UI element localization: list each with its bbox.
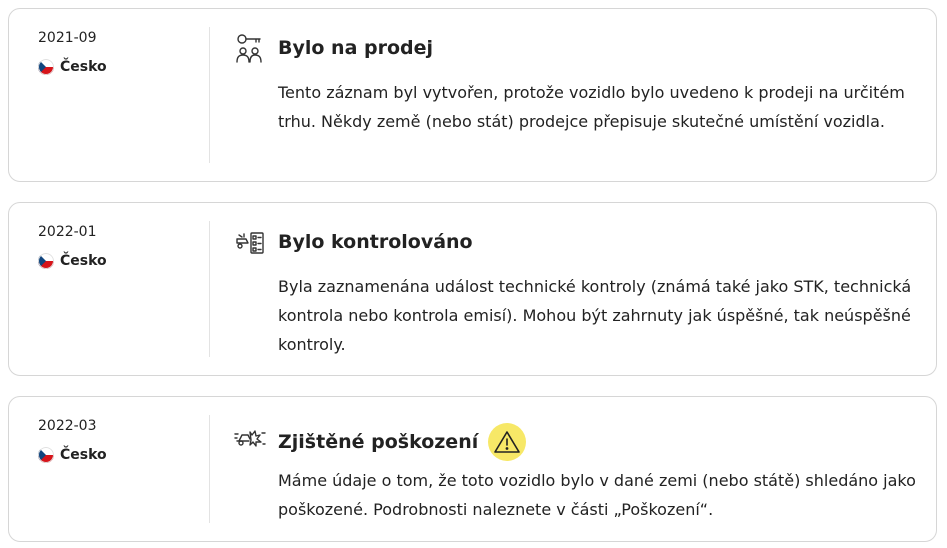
event-description: Máme údaje o tom, že toto vozidlo bylo v… [278,471,916,519]
event-title: Bylo na prodej [278,37,434,59]
event-country: Česko [38,58,208,76]
history-event-card: 2022-03 Česko Zjištěné poškození Máme úd… [8,396,937,542]
event-meta: 2022-01 Česko [38,223,208,270]
event-meta: 2022-03 Česko [38,417,208,464]
event-country: Česko [38,446,208,464]
event-date: 2021-09 [38,30,97,46]
for-sale-icon [233,31,267,65]
inspection-icon [233,225,267,259]
czech-flag-icon [38,447,54,463]
country-name: Česko [60,59,107,75]
country-name: Česko [60,447,107,463]
event-date: 2022-01 [38,224,97,240]
divider [209,27,210,163]
event-title-row: Bylo na prodej [278,35,433,61]
event-description: Tento záznam byl vytvořen, protože vozid… [278,83,905,131]
event-description: Byla zaznamenána událost technické kontr… [278,277,912,354]
event-title-row: Bylo kontrolováno [278,229,473,255]
country-name: Česko [60,253,107,269]
event-meta: 2021-09 Česko [38,29,208,76]
history-event-card: 2021-09 Česko Bylo na prodej Tento zázna… [8,8,937,182]
event-title: Bylo kontrolováno [278,231,473,253]
divider [209,415,210,523]
event-title-row: Zjištěné poškození [278,423,527,461]
history-event-card: 2022-01 Česko Bylo kontrolováno Byla zaz… [8,202,937,376]
damage-icon [233,419,267,453]
warning-icon [488,423,527,461]
event-date: 2022-03 [38,418,97,434]
vehicle-history-timeline: 2021-09 Česko Bylo na prodej Tento zázna… [0,0,947,548]
divider [209,221,210,357]
czech-flag-icon [38,253,54,269]
czech-flag-icon [38,59,54,75]
event-country: Česko [38,252,208,270]
event-title: Zjištěné poškození [278,431,479,453]
